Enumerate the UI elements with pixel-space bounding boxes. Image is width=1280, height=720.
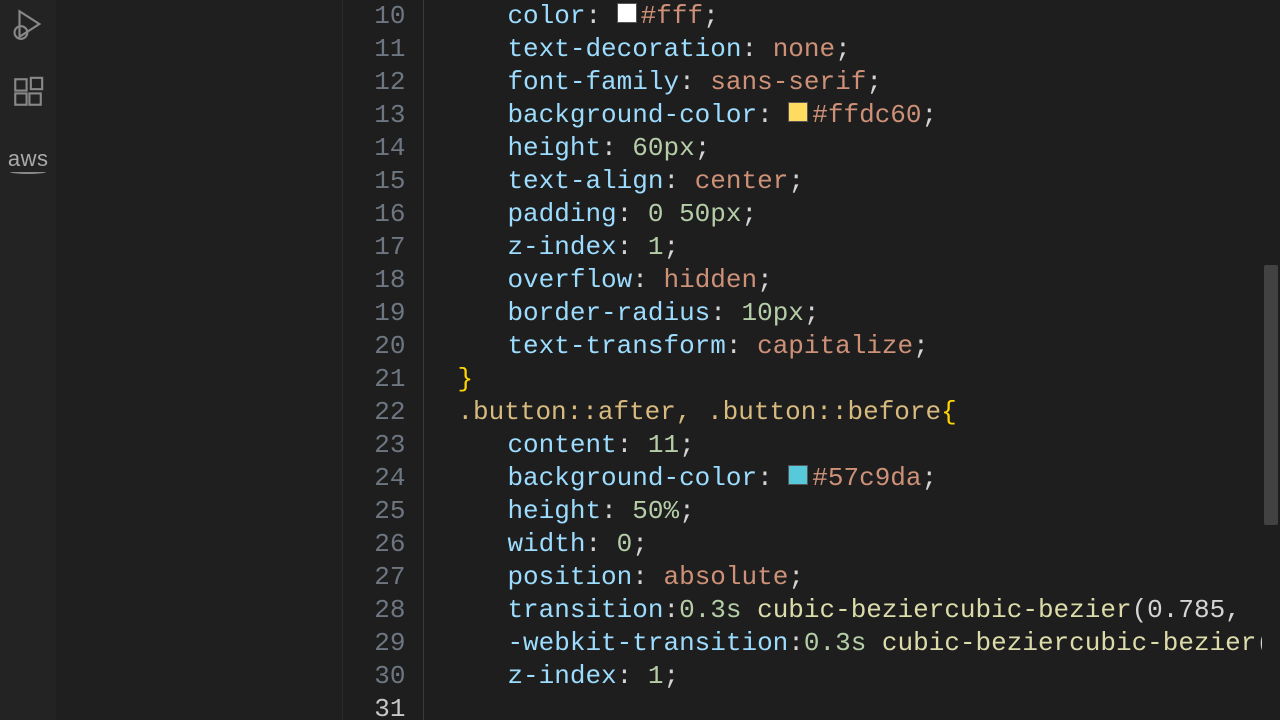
code-line: background-color: #57c9da; [457, 462, 1272, 495]
code-line: text-transform: capitalize; [457, 330, 1272, 363]
line-number: 29 [343, 627, 405, 660]
code-line: border-radius: 10px; [457, 297, 1272, 330]
debug-icon[interactable] [8, 4, 48, 44]
code-line: transition:0.3s cubic-beziercubic-bezier… [457, 594, 1272, 627]
line-number: 27 [343, 561, 405, 594]
activity-bar: aws [0, 0, 56, 720]
line-number: 22 [343, 396, 405, 429]
line-number: 24 [343, 462, 405, 495]
code-line: overflow: hidden; [457, 264, 1272, 297]
line-number: 26 [343, 528, 405, 561]
code-line: .button::after, .button::before{ [457, 396, 1272, 429]
extensions-icon[interactable] [8, 72, 48, 112]
line-number: 18 [343, 264, 405, 297]
vertical-scrollbar[interactable] [1262, 0, 1280, 720]
line-number: 25 [343, 495, 405, 528]
sidebar-panel [56, 0, 343, 720]
line-number: 19 [343, 297, 405, 330]
code-line: padding: 0 50px; [457, 198, 1272, 231]
aws-swoosh-icon [10, 170, 46, 174]
code-line: z-index: 1; [457, 231, 1272, 264]
line-number: 14 [343, 132, 405, 165]
aws-label: aws [8, 146, 49, 172]
code-line: color: #fff; [457, 0, 1272, 33]
line-number: 15 [343, 165, 405, 198]
editor[interactable]: 1011121314151617181920212223242526272829… [343, 0, 1280, 720]
line-number: 17 [343, 231, 405, 264]
code-line: width: 0; [457, 528, 1272, 561]
line-number: 21 [343, 363, 405, 396]
code-area[interactable]: color: #fff;text-decoration: none;font-f… [457, 0, 1280, 720]
code-line: content: 11; [457, 429, 1272, 462]
line-number: 31 [343, 693, 405, 720]
line-number-gutter: 1011121314151617181920212223242526272829… [343, 0, 423, 720]
code-line: height: 50%; [457, 495, 1272, 528]
code-line: text-decoration: none; [457, 33, 1272, 66]
line-number: 13 [343, 99, 405, 132]
code-line [457, 693, 1272, 720]
code-line: z-index: 1; [457, 660, 1272, 693]
code-line: } [457, 363, 1272, 396]
code-line: position: absolute; [457, 561, 1272, 594]
line-number: 28 [343, 594, 405, 627]
line-number: 12 [343, 66, 405, 99]
line-number: 11 [343, 33, 405, 66]
line-number: 10 [343, 0, 405, 33]
aws-icon[interactable]: aws [8, 140, 48, 180]
line-number: 23 [343, 429, 405, 462]
line-number: 20 [343, 330, 405, 363]
scrollbar-thumb[interactable] [1264, 265, 1278, 525]
code-line: height: 60px; [457, 132, 1272, 165]
indent-guide [423, 0, 457, 720]
code-line: font-family: sans-serif; [457, 66, 1272, 99]
line-number: 16 [343, 198, 405, 231]
line-number: 30 [343, 660, 405, 693]
code-line: text-align: center; [457, 165, 1272, 198]
app-root: aws 101112131415161718192021222324252627… [0, 0, 1280, 720]
code-line: -webkit-transition:0.3s cubic-beziercubi… [457, 627, 1272, 660]
code-line: background-color: #ffdc60; [457, 99, 1272, 132]
